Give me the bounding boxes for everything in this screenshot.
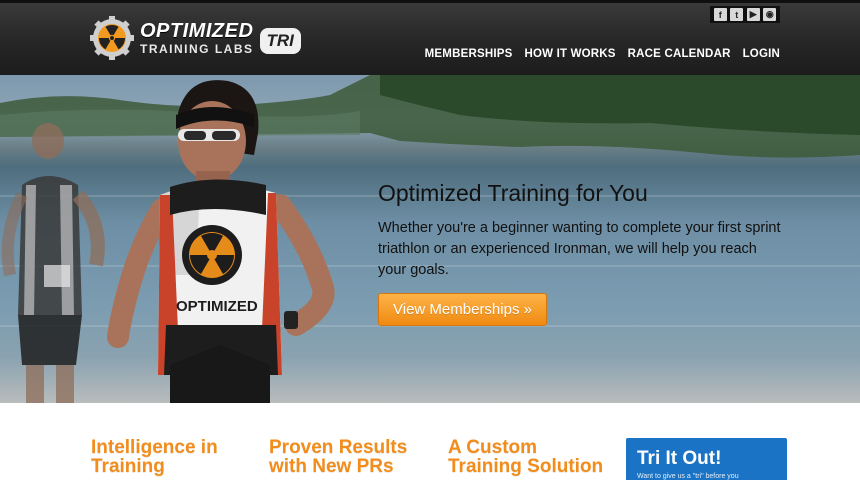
- nav-login[interactable]: LOGIN: [743, 48, 780, 60]
- feature-intelligence-title: Intelligence in Training: [91, 437, 218, 477]
- hero-subtitle: Whether you're a beginner wanting to com…: [378, 220, 781, 278]
- site-logo[interactable]: OPTIMIZED TRAINING LABS TRI: [90, 15, 301, 61]
- logo-wordmark: OPTIMIZED: [140, 20, 254, 42]
- try-it-out-box[interactable]: Tri It Out! Want to give us a "tri" befo…: [626, 438, 787, 480]
- jersey-text: OPTIMIZED: [176, 298, 258, 315]
- nav-race-calendar[interactable]: RACE CALENDAR: [628, 48, 731, 60]
- athlete-image: OPTIMIZED: [107, 80, 335, 403]
- social-links: f t ▶ ◉: [710, 6, 780, 23]
- site-header: OPTIMIZED TRAINING LABS TRI f t ▶ ◉ MEMB…: [0, 0, 860, 75]
- nav-how-it-works[interactable]: HOW IT WORKS: [524, 48, 615, 60]
- try-it-out-subtitle: Want to give us a "tri" before you: [637, 473, 739, 480]
- hero-title: Optimized Training for You: [378, 180, 648, 206]
- twitter-icon[interactable]: t: [730, 8, 744, 21]
- hero-banner: OPTIMIZED Optimized Training for You Whe…: [0, 75, 860, 403]
- try-it-out-title: Tri It Out!: [637, 448, 722, 469]
- feature-custom-title: A Custom Training Solution: [448, 437, 604, 477]
- view-memberships-button[interactable]: View Memberships »: [378, 293, 547, 326]
- rss-icon[interactable]: ◉: [763, 8, 777, 21]
- main-nav: MEMBERSHIPS HOW IT WORKS RACE CALENDAR L…: [425, 48, 780, 60]
- feature-results-title: Proven Results with New PRs: [269, 437, 408, 477]
- radiation-gear-icon: [90, 16, 134, 60]
- background-runner-image: [1, 123, 105, 403]
- facebook-icon[interactable]: f: [713, 8, 727, 21]
- logo-tri-badge: TRI: [259, 28, 301, 54]
- nav-memberships[interactable]: MEMBERSHIPS: [425, 48, 513, 60]
- logo-subtitle: TRAINING LABS: [140, 42, 254, 56]
- youtube-icon[interactable]: ▶: [746, 8, 760, 21]
